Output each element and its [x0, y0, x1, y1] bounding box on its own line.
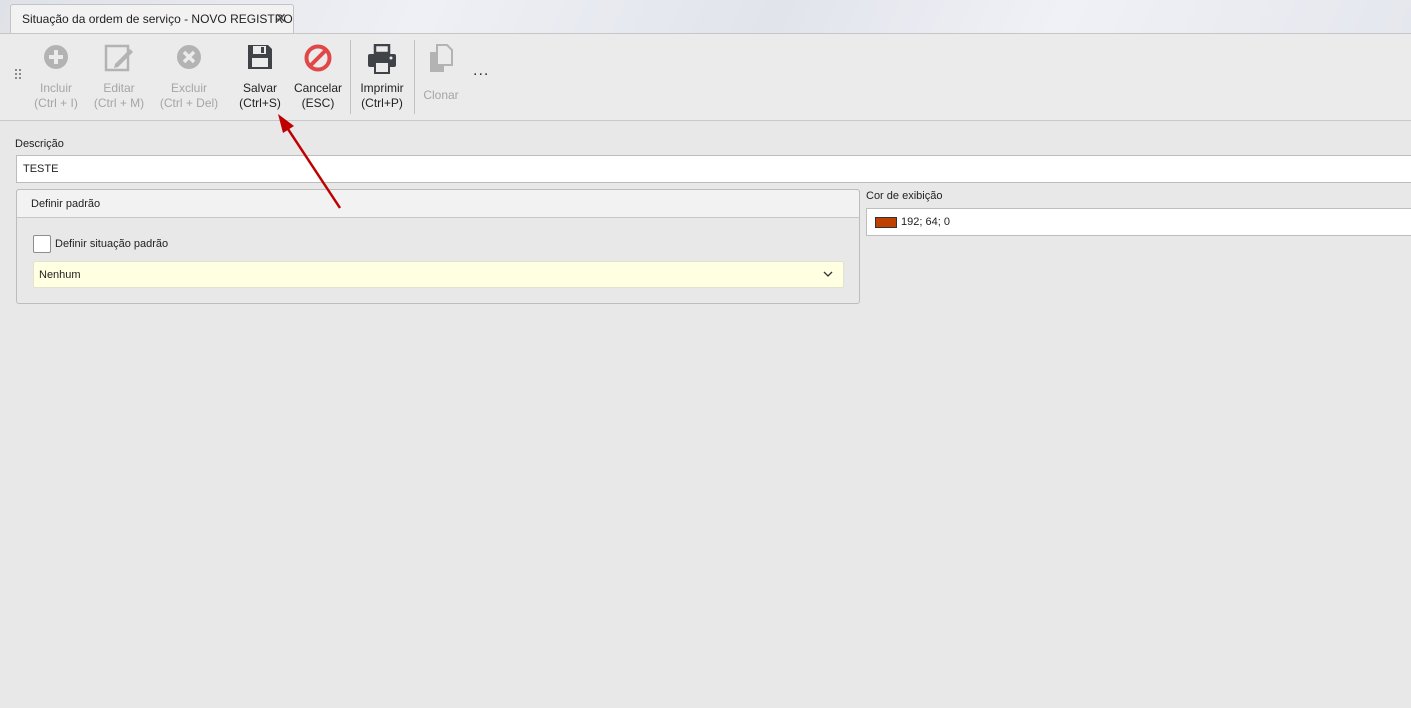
- toolbar: Incluir (Ctrl + I) Editar (Ctrl + M) Exc…: [0, 34, 1411, 121]
- tab-strip: Situação da ordem de serviço - NOVO REGI…: [0, 0, 1411, 34]
- select-value: Nenhum: [39, 269, 81, 281]
- descricao-label: Descrição: [15, 138, 64, 150]
- excluir-shortcut: (Ctrl + Del): [159, 96, 219, 110]
- cancelar-button[interactable]: Cancelar (ESC): [292, 44, 344, 114]
- cancelar-shortcut: (ESC): [301, 96, 335, 110]
- tab-title: Situação da ordem de serviço - NOVO REGI…: [22, 12, 293, 26]
- close-icon[interactable]: ✕: [275, 11, 287, 25]
- color-value: 192; 64; 0: [901, 216, 950, 228]
- color-swatch: [875, 217, 897, 228]
- chevron-down-icon: [823, 271, 833, 277]
- incluir-shortcut: (Ctrl + I): [34, 96, 78, 110]
- copy-icon: [430, 44, 453, 72]
- plus-circle-icon: [44, 45, 68, 69]
- salvar-button[interactable]: Salvar (Ctrl+S): [234, 44, 286, 114]
- cor-exibicao-label: Cor de exibição: [866, 190, 943, 202]
- group-header: Definir padrão: [17, 190, 859, 218]
- excluir-button[interactable]: Excluir (Ctrl + Del): [156, 44, 222, 114]
- editar-label: Editar: [103, 81, 135, 95]
- toolbar-separator: [414, 40, 415, 114]
- printer-icon: [368, 44, 396, 74]
- definir-situacao-padrao-checkbox[interactable]: [33, 235, 51, 253]
- grip-handle-icon[interactable]: [15, 69, 21, 81]
- floppy-disk-icon: [248, 45, 272, 69]
- toolbar-separator: [350, 40, 351, 114]
- imprimir-label: Imprimir: [360, 81, 404, 95]
- x-circle-icon: [177, 45, 201, 69]
- salvar-label: Salvar: [242, 81, 277, 95]
- tab-situacao-os[interactable]: Situação da ordem de serviço - NOVO REGI…: [10, 4, 294, 33]
- imprimir-button[interactable]: Imprimir (Ctrl+P): [355, 44, 409, 114]
- group-title: Definir padrão: [31, 198, 101, 210]
- imprimir-shortcut: (Ctrl+P): [361, 96, 403, 110]
- situacao-padrao-select[interactable]: Nenhum: [33, 261, 844, 288]
- descricao-input[interactable]: TESTE: [16, 155, 1411, 183]
- salvar-shortcut: (Ctrl+S): [239, 96, 281, 110]
- more-options-icon[interactable]: ...: [473, 62, 489, 80]
- checkbox-label: Definir situação padrão: [55, 238, 169, 250]
- no-entry-icon: [304, 44, 332, 72]
- editar-button[interactable]: Editar (Ctrl + M): [90, 44, 148, 114]
- edit-icon: [104, 44, 133, 72]
- clonar-label: Clonar: [423, 88, 459, 102]
- incluir-button[interactable]: Incluir (Ctrl + I): [30, 44, 82, 114]
- incluir-label: Incluir: [39, 81, 72, 95]
- cancelar-label: Cancelar: [293, 81, 343, 95]
- definir-padrao-group: Definir padrão Definir situação padrão N…: [16, 189, 860, 304]
- cor-exibicao-picker[interactable]: 192; 64; 0: [866, 208, 1411, 236]
- clonar-button[interactable]: Clonar: [418, 44, 464, 114]
- excluir-label: Excluir: [170, 81, 207, 95]
- editar-shortcut: (Ctrl + M): [93, 96, 145, 110]
